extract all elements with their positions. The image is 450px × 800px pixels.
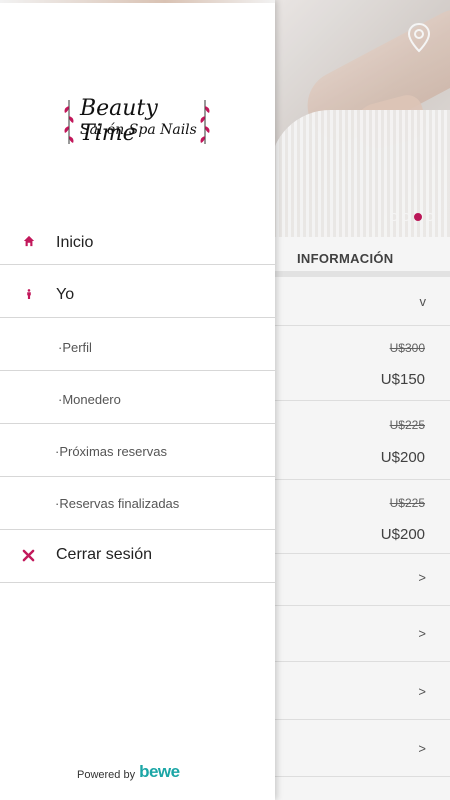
navigation-drawer: Beauty Time Sal ón Spa Nails Inicio Yo ·… [0, 0, 275, 800]
menu-item-proximas-reservas[interactable]: ·Próximas reservas [0, 424, 275, 477]
menu-item-label: Yo [56, 286, 75, 303]
menu-item-label: Cerrar sesión [56, 546, 153, 563]
logo-title: Beauty Time [80, 96, 158, 146]
bewe-logo: bewe [139, 762, 180, 781]
logo-subtitle: Sal ón Spa Nails [80, 122, 197, 138]
home-icon [23, 235, 35, 247]
menu-item-monedero[interactable]: ·Monedero [0, 371, 275, 424]
close-icon [22, 549, 35, 562]
menu-item-label: ·Perfil [58, 340, 92, 355]
leaf-ornament-icon [64, 100, 74, 144]
menu-item-label: ·Próximas reservas [55, 444, 167, 459]
menu-item-reservas-finalizadas[interactable]: ·Reservas finalizadas [0, 477, 275, 530]
drawer-scrim[interactable] [275, 0, 450, 800]
menu-item-cerrar-sesion[interactable]: Cerrar sesión [0, 530, 275, 583]
menu-item-label: ·Reservas finalizadas [55, 496, 180, 511]
drawer-top-edge [0, 0, 275, 3]
leaf-ornament-icon [200, 100, 210, 144]
menu-item-yo[interactable]: Yo [0, 265, 275, 318]
menu-item-label: Inicio [56, 234, 94, 251]
menu-item-perfil[interactable]: ·Perfil [0, 318, 275, 371]
powered-by: Powered by bewe [77, 762, 180, 782]
person-icon [27, 289, 31, 299]
powered-by-text: Powered by [77, 769, 136, 781]
menu-item-label: ·Monedero [58, 392, 121, 407]
salon-logo: Beauty Time Sal ón Spa Nails [62, 92, 212, 152]
menu-item-inicio[interactable]: Inicio [0, 214, 275, 265]
